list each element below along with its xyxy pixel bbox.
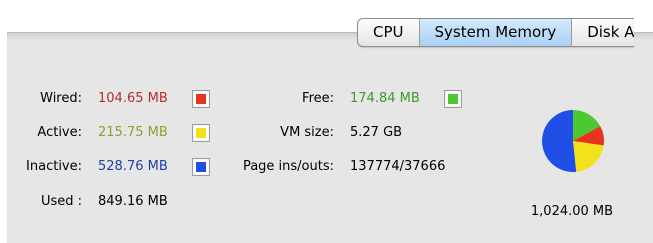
vm-size-value: 5.27 GB (350, 125, 403, 140)
active-row: Active: 215.75 MB (0, 123, 230, 143)
active-value: 215.75 MB (98, 125, 168, 140)
free-value: 174.84 MB (350, 91, 420, 106)
page-ins-outs-value: 137774/37666 (350, 159, 446, 174)
tab-disk-activity[interactable]: Disk A (572, 19, 634, 46)
inactive-row: Inactive: 528.76 MB (0, 157, 230, 177)
used-value: 849.16 MB (98, 194, 168, 209)
page-ins-outs-row: Page ins/outs: 137774/37666 (230, 157, 480, 177)
vm-size-label: VM size: (280, 125, 334, 140)
page-ins-outs-label: Page ins/outs: (242, 159, 334, 174)
tab-cpu[interactable]: CPU (358, 19, 420, 46)
pie-slice-inactive (542, 110, 577, 172)
inactive-value: 528.76 MB (98, 159, 168, 174)
active-label: Active: (37, 125, 82, 140)
wired-label: Wired: (40, 91, 82, 106)
inactive-label: Inactive: (26, 159, 82, 174)
free-label: Free: (302, 91, 334, 106)
wired-value: 104.65 MB (98, 91, 168, 106)
total-memory-label: 1,024.00 MB (530, 204, 614, 219)
window: CPU System Memory Disk A Wired: 104.65 M… (0, 0, 653, 243)
used-label: Used : (40, 194, 82, 209)
active-color-swatch[interactable] (192, 124, 210, 142)
free-color-swatch[interactable] (444, 90, 462, 108)
used-row: Used : 849.16 MB (0, 192, 230, 212)
tab-system-memory[interactable]: System Memory (419, 19, 573, 46)
memory-pie-chart (542, 110, 605, 172)
pie-slice-active (573, 141, 604, 172)
tab-bar: CPU System Memory Disk A (357, 18, 635, 47)
vm-size-row: VM size: 5.27 GB (230, 123, 480, 143)
free-row: Free: 174.84 MB (230, 89, 480, 109)
wired-color-swatch[interactable] (192, 90, 210, 108)
wired-row: Wired: 104.65 MB (0, 89, 230, 109)
inactive-color-swatch[interactable] (192, 158, 210, 176)
